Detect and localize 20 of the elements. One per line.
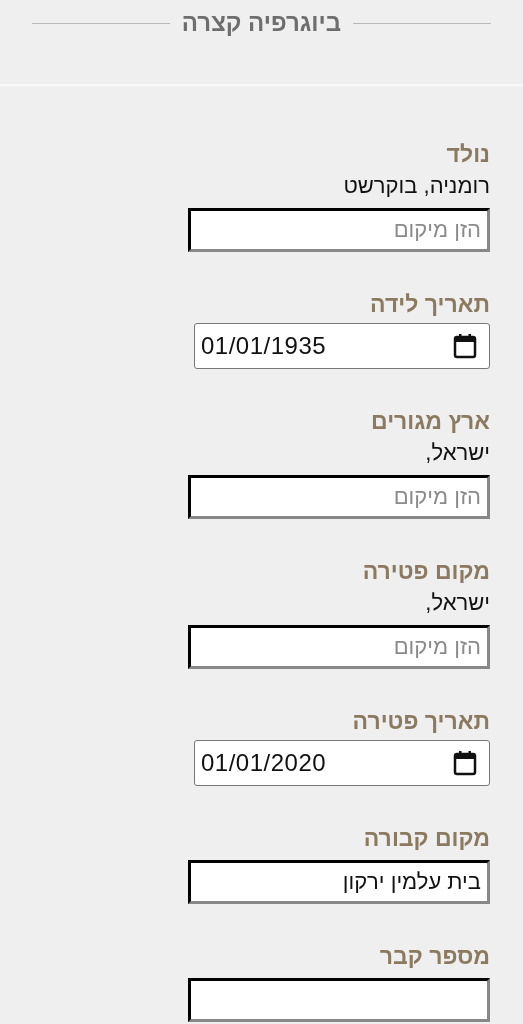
field-label: מקום פטירה xyxy=(362,557,490,586)
field-label: ארץ מגורים xyxy=(371,407,490,436)
field-label: מקום קבורה xyxy=(363,824,490,853)
field-label: תאריך פטירה xyxy=(352,707,490,736)
location-field[interactable]: הזן מיקום xyxy=(188,208,490,252)
field-label: נולד xyxy=(446,140,490,169)
location-field[interactable]: הזן מיקום xyxy=(188,475,490,519)
location-value: ישראל, xyxy=(425,589,490,617)
field-label: מספר קבר xyxy=(379,942,490,971)
calendar-icon[interactable] xyxy=(453,333,477,359)
date-field[interactable]: 01/01/1935 xyxy=(194,323,490,369)
text-field[interactable] xyxy=(188,978,490,1022)
field-label: תאריך לידה xyxy=(370,290,490,319)
date-field[interactable]: 01/01/2020 xyxy=(194,740,490,786)
location-value: רומניה, בוקרשט xyxy=(343,172,490,200)
section-title: ביוגרפיה קצרה xyxy=(181,8,342,38)
location-field[interactable]: הזן מיקום xyxy=(188,625,490,669)
location-value: ישראל, xyxy=(425,439,490,467)
text-field[interactable]: בית עלמין ירקון xyxy=(188,860,490,904)
calendar-icon[interactable] xyxy=(453,750,477,776)
